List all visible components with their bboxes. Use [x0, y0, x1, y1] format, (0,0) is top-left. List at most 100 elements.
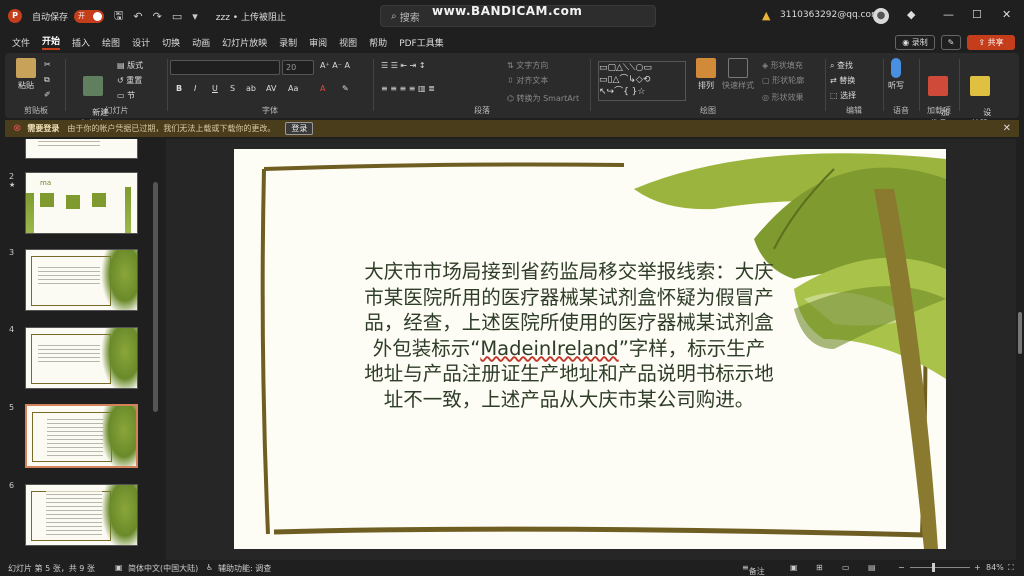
customize-icon[interactable]: ▾ — [192, 10, 198, 23]
close-icon[interactable]: ✕ — [1002, 8, 1011, 21]
minimize-icon[interactable]: — — [943, 8, 954, 21]
redo-icon[interactable]: ↷ — [153, 10, 162, 23]
grow-font-icon[interactable]: A⁺ A⁻ A — [320, 61, 350, 70]
menu-item[interactable]: 视图 — [339, 36, 357, 49]
replace-button[interactable]: ⇄ 替换 — [830, 75, 855, 86]
thumbnails-scrollbar[interactable] — [153, 182, 158, 412]
italic-icon[interactable]: I — [194, 84, 196, 93]
format-painter-icon[interactable]: ✐ — [44, 90, 51, 99]
align-icons[interactable]: ≡ ≡ ≡ ≡ ▥ ≣ — [381, 84, 435, 93]
slide-thumbnail-selected[interactable] — [25, 404, 138, 468]
slide-body-text[interactable]: 大庆市市场局接到省药监局移交举报线索：大庆市某医院所用的医疗器械某试剂盒怀疑为假… — [364, 259, 774, 412]
avatar[interactable]: ● — [873, 8, 889, 24]
close-notice-icon[interactable]: ✕ — [1003, 123, 1011, 134]
comment-button[interactable]: ✎ — [941, 35, 961, 50]
shapes-gallery[interactable]: ▭▢△⟍⟍○▭ ▭▯△⌒↳◇⟲ ↖↪⌒{ }☆ — [598, 61, 686, 101]
record-button[interactable]: ◉ 录制 — [895, 35, 935, 50]
menu-item[interactable]: 开始 — [42, 34, 61, 50]
smartart-button[interactable]: ⌬ 转换为 SmartArt — [507, 93, 579, 104]
reading-view-icon[interactable]: ▭ — [842, 563, 850, 572]
shape-outline-button[interactable]: ▢ 形状轮廓 — [762, 75, 804, 86]
change-case-icon[interactable]: Aa — [288, 84, 298, 93]
notes-button[interactable]: ≡ 备注 — [742, 563, 765, 576]
menu-item[interactable]: 幻灯片放映 — [222, 36, 267, 49]
current-slide[interactable]: 大庆市市场局接到省药监局移交举报线索：大庆市某医院所用的医疗器械某试剂盒怀疑为假… — [234, 149, 946, 549]
zoom-slider[interactable] — [910, 567, 970, 568]
canvas-scrollbar[interactable] — [1016, 140, 1024, 558]
spellcheck-icon[interactable]: ▣ — [115, 563, 123, 572]
record-label: 录制 — [911, 38, 928, 47]
slide-thumbnail[interactable] — [25, 327, 138, 389]
zoom-slider-thumb[interactable] — [932, 563, 935, 572]
zoom-level[interactable]: 84% — [986, 563, 1004, 572]
accessibility-status[interactable]: 辅助功能: 调查 — [218, 563, 271, 574]
autosave-toggle[interactable]: 开 — [74, 9, 105, 23]
save-icon[interactable]: 🖫 — [114, 7, 123, 26]
paste-label: 粘贴 — [18, 81, 34, 90]
drawing-group: ▭▢△⟍⟍○▭ ▭▯△⌒↳◇⟲ ↖↪⌒{ }☆ 排列 快速样式 ◈ 形状填充 ▢ 形… — [594, 56, 822, 116]
slide-thumbnail[interactable] — [25, 249, 138, 311]
char-spacing-icon[interactable]: AV — [266, 84, 276, 93]
accessibility-icon[interactable]: ♿ — [206, 563, 213, 572]
undo-icon[interactable]: ↶ — [133, 10, 142, 23]
separator — [959, 59, 960, 111]
share-button[interactable]: ⇪ 共享 — [967, 35, 1015, 50]
menu-item[interactable]: 动画 — [192, 36, 210, 49]
slide-sorter-icon[interactable]: ⊞ — [816, 563, 823, 572]
shape-effects-button[interactable]: ◎ 形状效果 — [762, 92, 804, 103]
slide-thumbnail[interactable] — [25, 484, 138, 546]
clipboard-group-label: 剪贴板 — [24, 106, 48, 115]
bold-icon[interactable]: B — [176, 84, 182, 93]
menu-item[interactable]: 切换 — [162, 36, 180, 49]
menu-item[interactable]: 设计 — [132, 36, 150, 49]
zoom-in-icon[interactable]: + — [974, 563, 981, 572]
slide-thumbnail[interactable]: ma — [25, 172, 138, 234]
slideshow-icon[interactable]: ▤ — [868, 563, 876, 572]
present-icon[interactable]: ▭ — [172, 10, 182, 23]
shadow-icon[interactable]: ab — [246, 84, 256, 93]
maximize-icon[interactable]: ☐ — [972, 8, 982, 21]
find-button[interactable]: ⌕ 查找 — [830, 60, 853, 71]
language[interactable]: 简体中文(中国大陆) — [128, 563, 198, 574]
font-name-select[interactable] — [170, 60, 280, 75]
underline-icon[interactable]: U — [212, 84, 218, 93]
canvas-scroll-thumb[interactable] — [1018, 312, 1022, 354]
fit-to-window-icon[interactable]: ⛶ — [1008, 563, 1014, 573]
menu-item[interactable]: 审阅 — [309, 36, 327, 49]
slide-thumbnail[interactable] — [25, 139, 138, 159]
section-button[interactable]: ▭ 节 — [117, 90, 135, 101]
login-notification: ⊗ 需要登录 由于你的帐户凭据已过期，我们无法上载或下载你的更改。 登录 ✕ — [5, 120, 1019, 137]
thumbnail-number: 5 — [9, 403, 15, 412]
highlight-icon[interactable]: ✎ — [342, 84, 349, 93]
menu-item[interactable]: 帮助 — [369, 36, 387, 49]
reset-button[interactable]: ↺ 重置 — [117, 75, 142, 86]
menu-item[interactable]: PDF工具集 — [399, 36, 444, 49]
select-button[interactable]: ⬚ 选择 — [830, 90, 856, 101]
menu-item[interactable]: 插入 — [72, 36, 90, 49]
layout-button[interactable]: ▤ 版式 — [117, 60, 143, 71]
font-size-select[interactable]: 20 — [282, 60, 314, 75]
login-button[interactable]: 登录 — [285, 122, 314, 135]
shape-fill-button[interactable]: ◈ 形状填充 — [762, 60, 803, 71]
premium-diamond-icon[interactable]: ◆ — [907, 8, 915, 21]
align-text-button[interactable]: ⇳ 对齐文本 — [507, 75, 548, 86]
dictate-button[interactable]: 听写 — [888, 58, 904, 91]
normal-view-icon[interactable]: ▣ — [790, 563, 798, 572]
document-title[interactable]: zzz • 上传被阻止 — [216, 10, 286, 23]
menu-item[interactable]: 文件 — [12, 36, 30, 49]
dictate-label: 听写 — [888, 81, 904, 90]
copy-icon[interactable]: ⧉ — [44, 75, 50, 85]
arrange-button[interactable]: 排列 — [696, 58, 716, 91]
account-email[interactable]: 3110363292@qq.com — [780, 10, 880, 20]
strikethrough-icon[interactable]: S — [230, 84, 235, 93]
menu-item[interactable]: 绘图 — [102, 36, 120, 49]
warning-icon[interactable]: ▲ — [762, 9, 770, 22]
cut-icon[interactable]: ✂ — [44, 60, 51, 69]
font-color-icon[interactable]: A — [320, 84, 325, 93]
zoom-out-icon[interactable]: − — [898, 563, 905, 572]
menu-item[interactable]: 录制 — [279, 36, 297, 49]
quick-styles-button[interactable]: 快速样式 — [722, 58, 754, 91]
text-direction-button[interactable]: ⇅ 文字方向 — [507, 60, 548, 71]
bullets-icon[interactable]: ☰ ☰ ⇤ ⇥ ↕ — [381, 61, 426, 70]
paste-button[interactable]: 粘贴 — [16, 58, 36, 91]
